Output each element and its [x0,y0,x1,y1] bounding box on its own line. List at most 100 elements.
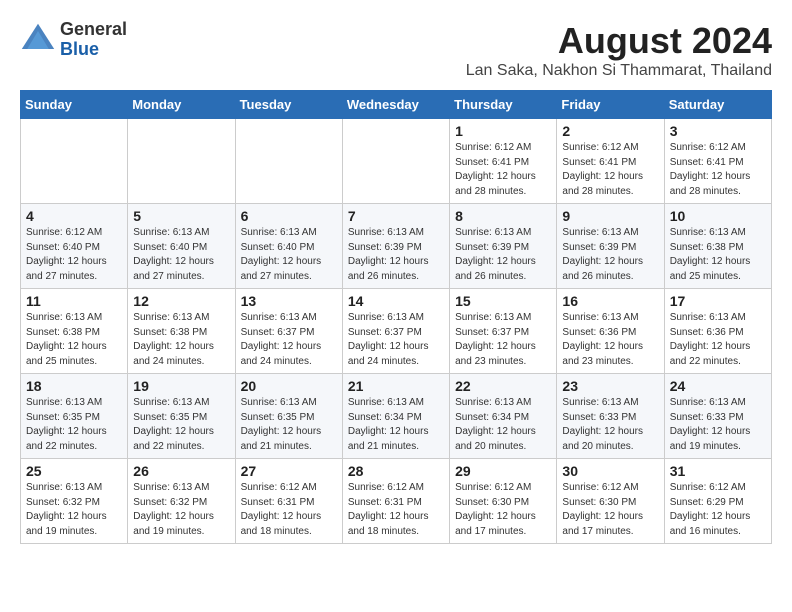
day-number: 16 [562,293,658,309]
day-of-week-header: Sunday [21,91,128,119]
day-number: 4 [26,208,122,224]
day-number: 6 [241,208,337,224]
day-info: Sunrise: 6:13 AMSunset: 6:34 PMDaylight:… [455,396,551,454]
calendar-day-cell: 27Sunrise: 6:12 AMSunset: 6:31 PMDayligh… [235,459,342,544]
calendar-day-cell: 25 Sunrise: 6:13 AMSunset: 6:32 PMDayligh… [21,459,128,544]
calendar-day-cell: 17 Sunrise: 6:13 AMSunset: 6:36 PMDayligh… [664,289,771,374]
calendar-day-cell [342,119,449,204]
day-info: Sunrise: 6:13 AMSunset: 6:40 PMDaylight:… [133,226,229,284]
day-of-week-header: Friday [557,91,664,119]
calendar-day-cell: 11 Sunrise: 6:13 AMSunset: 6:38 PMDayligh… [21,289,128,374]
day-number: 24 [670,378,766,394]
day-info: Sunrise: 6:12 AMSunset: 6:31 PMDaylight:… [348,481,444,539]
day-info: Sunrise: 6:12 AMSunset: 6:29 PMDaylight:… [670,481,766,539]
calendar-week-row: 4 Sunrise: 6:12 AMSunset: 6:40 PMDaylight… [21,204,772,289]
day-info: Sunrise: 6:13 AMSunset: 6:35 PMDaylight:… [133,396,229,454]
calendar-day-cell: 19Sunrise: 6:13 AMSunset: 6:35 PMDayligh… [128,374,235,459]
day-info: Sunrise: 6:13 AMSunset: 6:39 PMDaylight:… [562,226,658,284]
day-info: Sunrise: 6:12 AMSunset: 6:41 PMDaylight:… [455,141,551,199]
day-info: Sunrise: 6:13 AMSunset: 6:37 PMDaylight:… [241,311,337,369]
title-block: August 2024 Lan Saka, Nakhon Si Thammara… [466,20,772,80]
day-info: Sunrise: 6:13 AMSunset: 6:40 PMDaylight:… [241,226,337,284]
calendar-day-cell: 30Sunrise: 6:12 AMSunset: 6:30 PMDayligh… [557,459,664,544]
calendar-day-cell: 22 Sunrise: 6:13 AMSunset: 6:34 PMDayligh… [450,374,557,459]
calendar-day-cell: 31 Sunrise: 6:12 AMSunset: 6:29 PMDayligh… [664,459,771,544]
day-info: Sunrise: 6:13 AMSunset: 6:37 PMDaylight:… [455,311,551,369]
day-number: 23 [562,378,658,394]
calendar-week-row: 25 Sunrise: 6:13 AMSunset: 6:32 PMDayligh… [21,459,772,544]
logo-text: General Blue [60,20,127,60]
day-number: 15 [455,293,551,309]
calendar-week-row: 1 Sunrise: 6:12 AMSunset: 6:41 PMDaylight… [21,119,772,204]
logo: General Blue [20,20,127,60]
calendar-day-cell: 1 Sunrise: 6:12 AMSunset: 6:41 PMDaylight… [450,119,557,204]
day-number: 11 [26,293,122,309]
day-number: 22 [455,378,551,394]
day-number: 13 [241,293,337,309]
day-number: 27 [241,463,337,479]
calendar-day-cell [21,119,128,204]
calendar-day-cell: 20 Sunrise: 6:13 AMSunset: 6:35 PMDayligh… [235,374,342,459]
day-info: Sunrise: 6:13 AMSunset: 6:33 PMDaylight:… [562,396,658,454]
day-number: 20 [241,378,337,394]
day-number: 18 [26,378,122,394]
calendar-day-cell: 21 Sunrise: 6:13 AMSunset: 6:34 PMDayligh… [342,374,449,459]
calendar-day-cell: 3Sunrise: 6:12 AMSunset: 6:41 PMDaylight… [664,119,771,204]
day-of-week-header: Wednesday [342,91,449,119]
day-info: Sunrise: 6:13 AMSunset: 6:32 PMDaylight:… [26,481,122,539]
calendar-day-cell: 7Sunrise: 6:13 AMSunset: 6:39 PMDaylight… [342,204,449,289]
day-number: 9 [562,208,658,224]
calendar-day-cell: 2Sunrise: 6:12 AMSunset: 6:41 PMDaylight… [557,119,664,204]
day-number: 29 [455,463,551,479]
calendar-day-cell: 5 Sunrise: 6:13 AMSunset: 6:40 PMDaylight… [128,204,235,289]
day-info: Sunrise: 6:12 AMSunset: 6:40 PMDaylight:… [26,226,122,284]
day-of-week-header: Monday [128,91,235,119]
day-info: Sunrise: 6:13 AMSunset: 6:36 PMDaylight:… [562,311,658,369]
calendar-week-row: 18 Sunrise: 6:13 AMSunset: 6:35 PMDayligh… [21,374,772,459]
general-blue-icon [20,22,56,58]
day-number: 21 [348,378,444,394]
calendar-table: SundayMondayTuesdayWednesdayThursdayFrid… [20,90,772,544]
day-number: 2 [562,123,658,139]
calendar-day-cell: 16 Sunrise: 6:13 AMSunset: 6:36 PMDayligh… [557,289,664,374]
day-number: 5 [133,208,229,224]
calendar-day-cell: 26 Sunrise: 6:13 AMSunset: 6:32 PMDayligh… [128,459,235,544]
day-info: Sunrise: 6:13 AMSunset: 6:32 PMDaylight:… [133,481,229,539]
calendar-day-cell: 10 Sunrise: 6:13 AMSunset: 6:38 PMDayligh… [664,204,771,289]
day-info: Sunrise: 6:13 AMSunset: 6:38 PMDaylight:… [670,226,766,284]
day-info: Sunrise: 6:13 AMSunset: 6:36 PMDaylight:… [670,311,766,369]
day-info: Sunrise: 6:13 AMSunset: 6:38 PMDaylight:… [26,311,122,369]
day-number: 12 [133,293,229,309]
calendar-day-cell: 12Sunrise: 6:13 AMSunset: 6:38 PMDayligh… [128,289,235,374]
day-number: 1 [455,123,551,139]
day-info: Sunrise: 6:13 AMSunset: 6:37 PMDaylight:… [348,311,444,369]
calendar-day-cell: 29 Sunrise: 6:12 AMSunset: 6:30 PMDayligh… [450,459,557,544]
day-number: 14 [348,293,444,309]
day-number: 30 [562,463,658,479]
calendar-day-cell: 15 Sunrise: 6:13 AMSunset: 6:37 PMDayligh… [450,289,557,374]
day-number: 7 [348,208,444,224]
calendar-day-cell: 8 Sunrise: 6:13 AMSunset: 6:39 PMDaylight… [450,204,557,289]
day-number: 10 [670,208,766,224]
day-info: Sunrise: 6:12 AMSunset: 6:30 PMDaylight:… [455,481,551,539]
day-info: Sunrise: 6:13 AMSunset: 6:34 PMDaylight:… [348,396,444,454]
calendar-day-cell: 6 Sunrise: 6:13 AMSunset: 6:40 PMDaylight… [235,204,342,289]
location-subtitle: Lan Saka, Nakhon Si Thammarat, Thailand [466,62,772,80]
day-number: 31 [670,463,766,479]
day-info: Sunrise: 6:13 AMSunset: 6:33 PMDaylight:… [670,396,766,454]
calendar-week-row: 11 Sunrise: 6:13 AMSunset: 6:38 PMDayligh… [21,289,772,374]
day-number: 8 [455,208,551,224]
page-header: General Blue August 2024 Lan Saka, Nakho… [20,20,772,80]
calendar-day-cell: 14 Sunrise: 6:13 AMSunset: 6:37 PMDayligh… [342,289,449,374]
day-info: Sunrise: 6:13 AMSunset: 6:35 PMDaylight:… [241,396,337,454]
day-of-week-header: Thursday [450,91,557,119]
calendar-day-cell: 13 Sunrise: 6:13 AMSunset: 6:37 PMDayligh… [235,289,342,374]
day-number: 3 [670,123,766,139]
day-number: 17 [670,293,766,309]
day-info: Sunrise: 6:13 AMSunset: 6:39 PMDaylight:… [455,226,551,284]
calendar-header-row: SundayMondayTuesdayWednesdayThursdayFrid… [21,91,772,119]
day-number: 26 [133,463,229,479]
day-number: 25 [26,463,122,479]
calendar-day-cell: 9 Sunrise: 6:13 AMSunset: 6:39 PMDaylight… [557,204,664,289]
day-number: 28 [348,463,444,479]
